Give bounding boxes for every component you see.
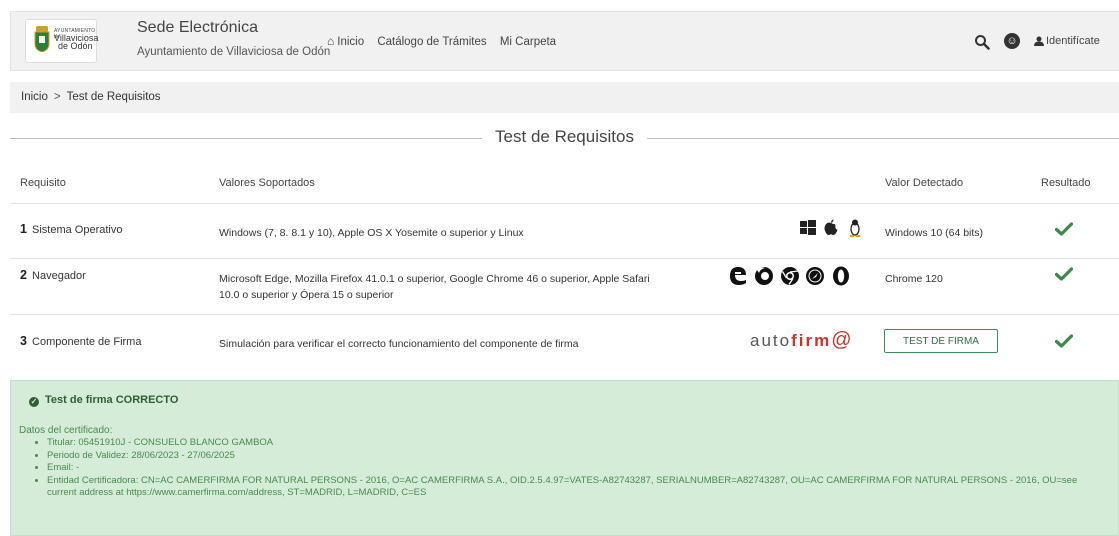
opera-icon — [833, 266, 849, 286]
page-title-block: Test de Requisitos — [10, 127, 1119, 149]
check-icon — [1055, 334, 1073, 348]
main-nav: ⌂ Inicio Catálogo de Trámites Mi Carpeta — [327, 34, 566, 48]
breadcrumb-separator: > — [53, 91, 61, 103]
certificate-label: Datos del certificado: — [19, 425, 113, 436]
municipality-logo[interactable]: AYUNTAMIENTO de Villaviciosa de Odón — [25, 19, 98, 63]
accessibility-icon[interactable]: ☺ — [1004, 33, 1020, 49]
supported-values: Simulación para verificar el correcto fu… — [219, 338, 579, 350]
site-subtitle: Ayuntamiento de Villaviciosa de Odón — [137, 46, 331, 58]
column-header-detected: Valor Detectado — [885, 177, 964, 189]
check-icon — [1055, 267, 1073, 281]
header-actions: ☺ Identifícate — [974, 32, 1119, 52]
user-icon — [1034, 36, 1044, 46]
linux-icon — [849, 219, 861, 238]
check-icon — [1055, 222, 1073, 236]
result-title-text: Test de firma CORRECTO — [45, 394, 179, 406]
firefox-icon — [755, 267, 773, 285]
row-divider — [10, 314, 1119, 315]
result-title: ✓ Test de firma CORRECTO — [29, 394, 178, 407]
row-divider — [10, 203, 1119, 204]
nav-item-my-folder[interactable]: Mi Carpeta — [500, 36, 556, 48]
nav-item-catalog[interactable]: Catálogo de Trámites — [377, 36, 486, 48]
certificate-details: Titular: 05451910J - CONSUELO BLANCO GAM… — [31, 437, 1107, 500]
cert-holder: Titular: 05451910J - CONSUELO BLANCO GAM… — [47, 437, 1107, 450]
nav-home-label: Inicio — [337, 36, 365, 48]
detected-browser: Chrome 120 — [885, 273, 943, 285]
requirement-os: 1 Sistema Operativo — [20, 222, 123, 236]
site-title: Sede Electrónica — [137, 19, 258, 36]
site-header: AYUNTAMIENTO de Villaviciosa de Odón Sed… — [10, 11, 1119, 71]
title-divider-right — [647, 138, 1119, 139]
row-divider — [10, 258, 1119, 259]
logo-name-line2: de Odón — [58, 41, 93, 51]
autofirma-bold: firm — [791, 331, 832, 350]
home-icon: ⌂ — [327, 34, 335, 48]
os-icons — [800, 219, 861, 238]
requirement-name: Sistema Operativo — [32, 224, 123, 236]
safari-icon — [806, 267, 824, 285]
requirement-number: 3 — [20, 334, 27, 348]
requirement-number: 1 — [20, 222, 27, 236]
nav-item-home[interactable]: ⌂ Inicio — [327, 34, 365, 48]
requirement-name: Componente de Firma — [32, 336, 142, 348]
supported-values: Microsoft Edge, Mozilla Firefox 41.0.1 o… — [219, 273, 650, 301]
autofirma-suffix: @ — [831, 329, 854, 351]
column-header-supported: Valores Soportados — [219, 177, 315, 189]
search-icon[interactable] — [974, 34, 990, 50]
column-header-requirement: Requisito — [20, 177, 66, 189]
windows-icon — [800, 220, 816, 235]
autofirma-logo: autofirm@ — [750, 329, 854, 352]
autofirma-prefix: auto — [750, 331, 792, 350]
breadcrumb-current: Test de Requisitos — [66, 91, 161, 103]
cert-validity: Periodo de Validez: 28/06/2023 - 27/06/2… — [47, 450, 1107, 463]
edge-icon — [730, 267, 746, 285]
cert-issuer: Entidad Certificadora: CN=AC CAMERFIRMA … — [47, 475, 1107, 500]
supported-values: Windows (7, 8. 8.1 y 10), Apple OS X Yos… — [219, 227, 524, 239]
requirement-browser: 2 Navegador — [20, 268, 86, 282]
breadcrumb: Inicio > Test de Requisitos — [10, 82, 1119, 113]
requirement-number: 2 — [20, 268, 27, 282]
test-signature-button[interactable]: TEST DE FIRMA — [884, 329, 998, 353]
browser-icons — [730, 266, 849, 286]
signature-result-alert: ✓ Test de firma CORRECTO Datos del certif… — [10, 380, 1119, 536]
page-title: Test de Requisitos — [495, 127, 634, 146]
coat-of-arms-icon — [34, 26, 50, 52]
breadcrumb-home[interactable]: Inicio — [21, 91, 48, 103]
apple-icon — [824, 219, 838, 235]
chrome-icon — [781, 267, 799, 285]
check-circle-icon: ✓ — [29, 397, 39, 407]
login-link[interactable]: Identifícate — [1046, 35, 1100, 47]
cert-email: Email: - — [47, 462, 1107, 475]
column-header-result: Resultado — [1041, 177, 1091, 189]
detected-os: Windows 10 (64 bits) — [885, 227, 984, 239]
requirement-signature: 3 Componente de Firma — [20, 334, 141, 348]
requirement-name: Navegador — [32, 270, 86, 282]
